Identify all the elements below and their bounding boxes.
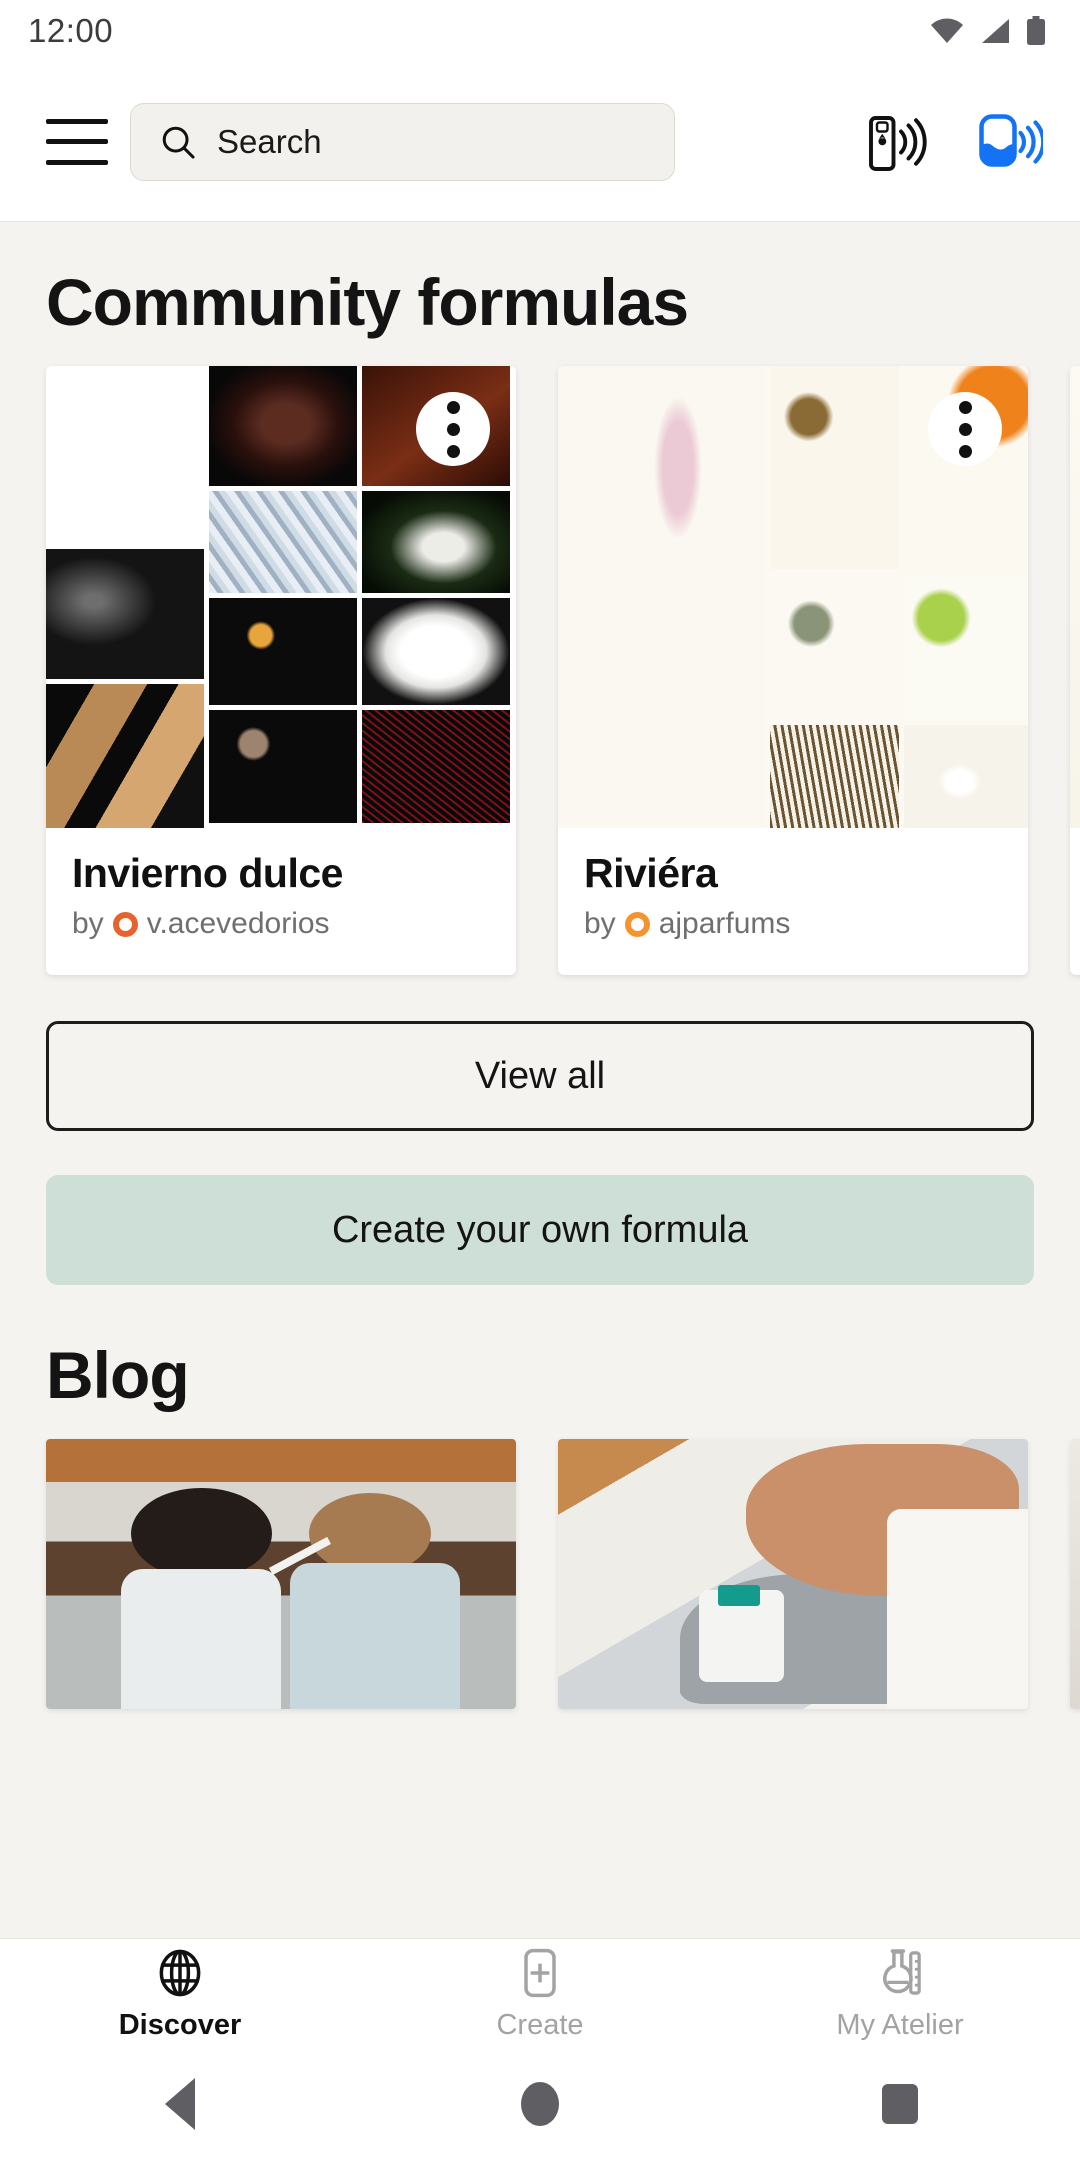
header-actions xyxy=(852,99,1050,185)
blog-card-partial[interactable] xyxy=(1070,1439,1080,1709)
globe-icon xyxy=(159,1949,201,1997)
by-label: by xyxy=(584,907,616,940)
status-icons xyxy=(930,16,1046,46)
formula-card[interactable]: Riviéra by ajparfums xyxy=(558,366,1028,975)
home-button[interactable] xyxy=(480,2048,600,2160)
cellular-signal-icon xyxy=(982,19,1009,43)
recents-button[interactable] xyxy=(840,2048,960,2160)
action-buttons: View all Create your own formula xyxy=(0,975,1080,1285)
create-formula-button[interactable]: Create your own formula xyxy=(46,1175,1034,1285)
blog-card[interactable] xyxy=(46,1439,516,1709)
formula-carousel[interactable]: Invierno dulce by v.acevedorios Riviéra … xyxy=(0,366,1080,975)
bottom-navigation: Discover Create My Atelier xyxy=(0,1938,1080,2048)
nav-label-discover: Discover xyxy=(118,2009,242,2041)
flask-icon xyxy=(883,1949,921,1995)
back-button[interactable] xyxy=(120,2048,240,2160)
search-placeholder: Search xyxy=(217,122,322,160)
nav-item-create[interactable]: Create xyxy=(360,1945,720,2042)
ingredient-mosaic xyxy=(558,366,1028,828)
formula-card-body: Invierno dulce by v.acevedorios xyxy=(46,828,516,975)
hamburger-menu-icon[interactable] xyxy=(46,118,108,165)
formula-author: by v.acevedorios xyxy=(72,907,490,941)
more-options-icon[interactable] xyxy=(928,392,1002,466)
author-name: ajparfums xyxy=(658,907,791,940)
search-input[interactable]: Search xyxy=(130,102,675,181)
main-content: Community formulas Invierno dulce by v.a… xyxy=(0,222,1080,1938)
more-options-icon[interactable] xyxy=(416,392,490,466)
formula-author: by ajparfums xyxy=(584,907,1002,941)
scent-stick-device-icon[interactable] xyxy=(852,99,938,185)
ingredient-mosaic xyxy=(46,366,516,828)
author-avatar xyxy=(112,911,138,937)
formula-card-partial[interactable] xyxy=(1070,366,1080,975)
by-label: by xyxy=(72,907,104,940)
app-header: Search xyxy=(0,62,1080,222)
blog-card[interactable] xyxy=(558,1439,1028,1709)
view-all-button[interactable]: View all xyxy=(46,1021,1034,1131)
diffuser-device-icon[interactable] xyxy=(964,99,1050,185)
search-icon xyxy=(162,126,195,159)
blog-section-title: Blog xyxy=(46,1338,190,1412)
formula-title: Riviéra xyxy=(584,850,718,896)
formula-card[interactable]: Invierno dulce by v.acevedorios xyxy=(46,366,516,975)
battery-icon xyxy=(1027,16,1045,45)
android-system-nav xyxy=(0,2048,1080,2160)
blog-image xyxy=(558,1439,1028,1709)
status-bar: 12:00 xyxy=(0,0,1080,62)
nav-item-my-atelier[interactable]: My Atelier xyxy=(720,1945,1080,2042)
blog-carousel[interactable] xyxy=(0,1439,1080,1709)
plus-card-icon xyxy=(524,1948,556,1998)
community-section-title: Community formulas xyxy=(46,265,689,339)
status-clock: 12:00 xyxy=(28,12,114,49)
nav-label-create: Create xyxy=(496,2009,584,2041)
author-avatar xyxy=(624,911,650,937)
formula-card-body: Riviéra by ajparfums xyxy=(558,828,1028,975)
author-name: v.acevedorios xyxy=(146,907,330,940)
formula-title: Invierno dulce xyxy=(72,850,343,896)
wifi-icon xyxy=(931,18,963,43)
nav-item-discover[interactable]: Discover xyxy=(0,1945,360,2042)
blog-image xyxy=(46,1439,516,1709)
nav-label-my-atelier: My Atelier xyxy=(836,2009,964,2041)
